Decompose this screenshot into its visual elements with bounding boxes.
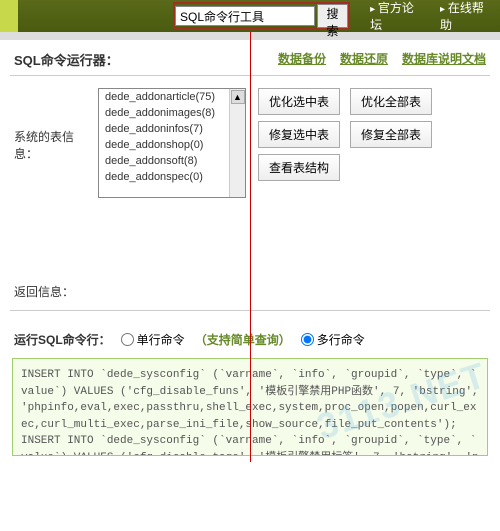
repair-all-button[interactable]: 修复全部表 (350, 121, 432, 148)
list-item[interactable]: dede_addoninfos(7) (99, 121, 245, 137)
yellow-tab (0, 0, 18, 32)
sql-run-label: 运行SQL命令行： (14, 331, 111, 348)
optimize-all-button[interactable]: 优化全部表 (350, 88, 432, 115)
repair-selected-button[interactable]: 修复选中表 (258, 121, 340, 148)
divider (10, 310, 490, 311)
radio-multi-label: 多行命令 (317, 331, 365, 348)
link-restore[interactable]: 数据还原 (340, 50, 388, 69)
top-links: 官方论坛 在线帮助 (370, 0, 492, 33)
sql-textarea[interactable] (12, 358, 488, 456)
button-column: 优化选中表 优化全部表 修复选中表 修复全部表 查看表结构 (258, 88, 486, 198)
list-item[interactable]: dede_addonsoft(8) (99, 153, 245, 169)
page-title: SQL命令运行器： (14, 50, 119, 69)
header-row: SQL命令运行器： 数据备份 数据还原 数据库说明文档 (0, 40, 500, 75)
tables-list-col: dede_addonarticle(75) dede_addonimages(8… (98, 88, 246, 198)
optimize-selected-button[interactable]: 优化选中表 (258, 88, 340, 115)
link-backup[interactable]: 数据备份 (278, 50, 326, 69)
sql-mode-row: 运行SQL命令行： 单行命令 （支持简单查询） 多行命令 (0, 323, 500, 354)
list-item[interactable]: dede_addonarticle(75) (99, 89, 245, 105)
search-input[interactable] (175, 6, 315, 26)
scrollbar[interactable]: ▲ (229, 89, 245, 197)
main-row: 系统的表信息： dede_addonarticle(75) dede_addon… (0, 88, 500, 198)
search-button[interactable]: 搜索 (317, 4, 348, 28)
radio-single-line[interactable]: 单行命令 (121, 331, 185, 348)
list-item[interactable]: dede_addonshop(0) (99, 137, 245, 153)
radio-multi-input[interactable] (301, 333, 314, 346)
tables-label: 系统的表信息： (14, 88, 86, 198)
gray-strip (0, 32, 500, 40)
radio-single-label: 单行命令 (137, 331, 185, 348)
list-item[interactable]: dede_addonspec(0) (99, 169, 245, 185)
link-forum[interactable]: 官方论坛 (370, 0, 422, 33)
divider (10, 75, 490, 76)
search-area: 搜索 (173, 2, 350, 30)
return-info-label: 返回信息： (0, 198, 500, 310)
link-help[interactable]: 在线帮助 (440, 0, 492, 33)
scroll-up-icon[interactable]: ▲ (231, 90, 245, 104)
header-links: 数据备份 数据还原 数据库说明文档 (278, 50, 486, 69)
view-structure-button[interactable]: 查看表结构 (258, 154, 340, 181)
tables-listbox[interactable]: dede_addonarticle(75) dede_addonimages(8… (98, 88, 246, 198)
topbar: 搜索 官方论坛 在线帮助 (0, 0, 500, 32)
radio-multi-line[interactable]: 多行命令 (301, 331, 365, 348)
link-dbdoc[interactable]: 数据库说明文档 (402, 50, 486, 69)
radio-single-input[interactable] (121, 333, 134, 346)
list-item[interactable]: dede_addonimages(8) (99, 105, 245, 121)
sql-hint: （支持简单查询） (195, 331, 291, 348)
